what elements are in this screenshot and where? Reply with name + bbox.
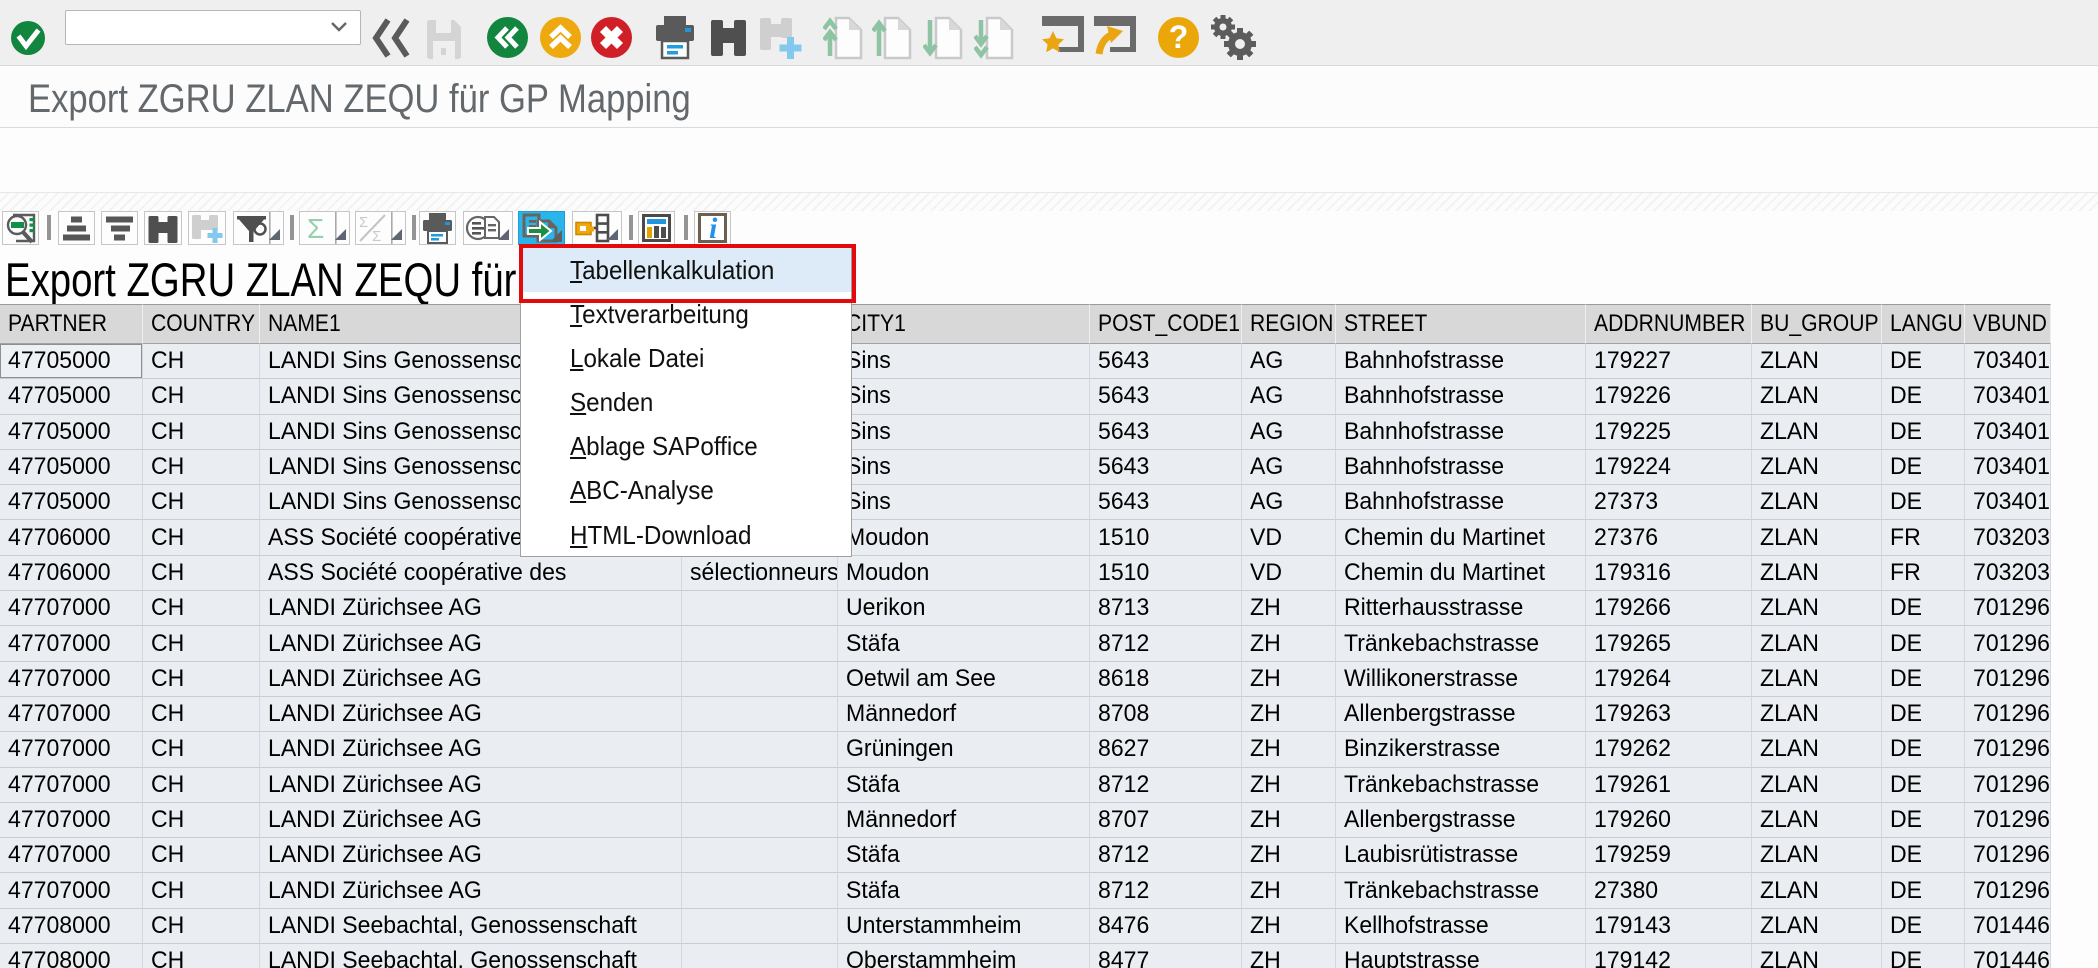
svg-text:Σ: Σ bbox=[359, 214, 368, 231]
svg-text:Σ: Σ bbox=[307, 213, 324, 244]
svg-text:Σ: Σ bbox=[372, 228, 381, 244]
svg-text:i: i bbox=[709, 212, 718, 244]
svg-text:?: ? bbox=[1169, 19, 1189, 55]
